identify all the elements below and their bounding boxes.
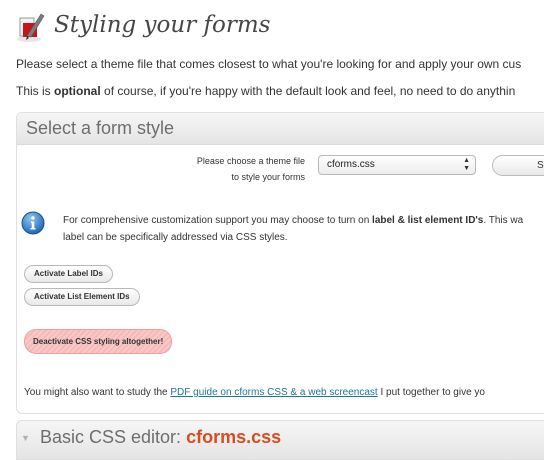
basic-css-editor-filename: cforms.css: [186, 427, 282, 447]
id-support-info-line1: For comprehensive customization support …: [63, 212, 523, 229]
theme-file-selected-value: cforms.css: [327, 159, 375, 170]
intro-text-2-post: of course, if you're happy with the defa…: [100, 84, 516, 98]
theme-file-label: Please choose a theme file to style your…: [197, 153, 305, 185]
id-support-info-pre: For comprehensive customization support …: [63, 215, 373, 226]
id-support-info-bold: label & list element ID's: [372, 215, 484, 226]
study-guide-pre: You might also want to study the: [24, 387, 171, 398]
activate-list-ids-button[interactable]: Activate List Element IDs: [24, 288, 140, 306]
theme-file-select[interactable]: cforms.css ▲ ▼: [318, 155, 476, 175]
intro-text-1: Please select a theme file that comes cl…: [16, 57, 522, 71]
basic-css-editor-title: Basic CSS editor: cforms.css: [40, 427, 281, 448]
toggle-arrow-icon[interactable]: ▼: [21, 433, 30, 443]
theme-file-label-line1: Please choose a theme file: [196, 156, 305, 166]
id-support-info: For comprehensive customization support …: [63, 212, 523, 246]
id-support-info-line2: label can be specifically addressed via …: [63, 232, 288, 243]
select-form-style-panel: Select a form style Please choose a them…: [16, 112, 544, 414]
basic-css-editor-panel[interactable]: ▼ Basic CSS editor: cforms.css: [16, 420, 544, 460]
intro-text-2-pre: This is: [16, 84, 55, 98]
basic-css-editor-title-prefix: Basic CSS editor:: [40, 427, 187, 447]
intro-optional: optional: [54, 84, 101, 98]
select-form-style-title: Select a form style: [26, 118, 175, 138]
info-icon: [21, 211, 45, 235]
page-header: Styling your forms: [14, 8, 544, 48]
save-theme-button[interactable]: Se: [492, 155, 544, 176]
select-arrows-icon: ▲ ▼: [463, 157, 470, 172]
study-guide-text: You might also want to study the PDF gui…: [24, 387, 485, 398]
pdf-guide-link[interactable]: PDF guide on cforms CSS & a web screenca…: [170, 387, 377, 398]
theme-file-label-line2: to style your forms: [231, 172, 305, 182]
id-support-info-post: . This wa: [483, 215, 524, 226]
page-title: Styling your forms: [54, 12, 271, 38]
select-form-style-header[interactable]: Select a form style: [17, 113, 544, 145]
deactivate-css-button[interactable]: Deactivate CSS styling altogether!: [24, 329, 173, 354]
intro-text-2: This is optional of course, if you're ha…: [16, 84, 515, 98]
study-guide-post: I put together to give yo: [377, 387, 485, 398]
activate-label-ids-button[interactable]: Activate Label IDs: [24, 265, 113, 283]
page-styling-icon: [17, 13, 45, 42]
